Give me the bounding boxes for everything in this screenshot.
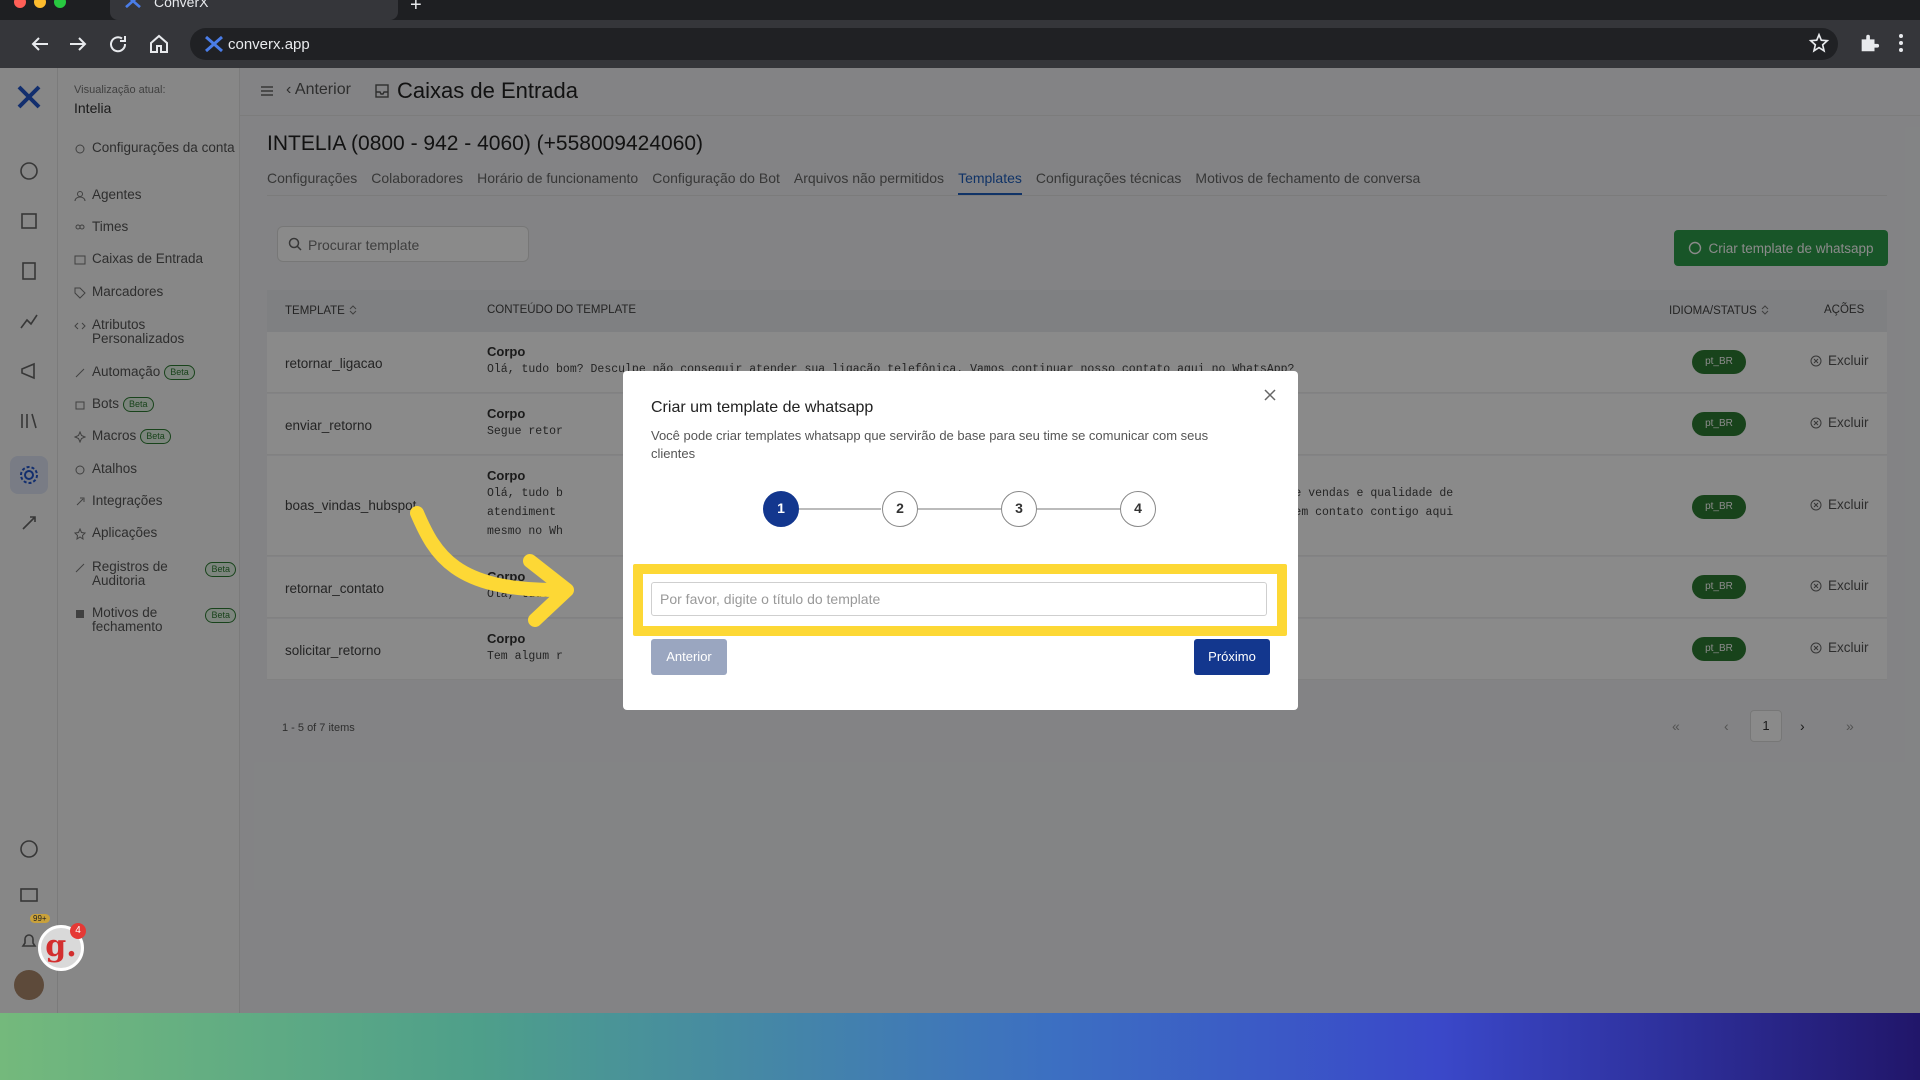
close-window-button[interactable] (14, 0, 26, 8)
back-arrow-icon[interactable] (28, 32, 52, 56)
maximize-window-button[interactable] (54, 0, 66, 8)
step-4: 4 (1120, 491, 1156, 527)
extensions-puzzle-icon[interactable] (1858, 32, 1880, 54)
step-1: 1 (763, 491, 799, 527)
highlight-box (633, 564, 1287, 636)
bottom-gradient-bar (0, 1013, 1920, 1080)
stepper: 1 2 3 4 (763, 491, 1163, 527)
modal-title: Criar um template de whatsapp (651, 399, 874, 416)
step-connector (799, 508, 881, 510)
g-widget-count: 4 (70, 923, 86, 939)
address-text: converx.app (228, 36, 310, 53)
converx-logo-icon (205, 35, 223, 53)
converx-logo-icon (125, 0, 141, 8)
previous-button[interactable]: Anterior (651, 639, 727, 675)
address-bar[interactable]: converx.app (190, 28, 1838, 60)
bookmark-star-icon[interactable] (1808, 32, 1830, 54)
step-2: 2 (882, 491, 918, 527)
home-icon[interactable] (147, 32, 171, 56)
browser-tab-strip: ConverX + (0, 0, 1920, 20)
browser-toolbar: converx.app (0, 20, 1920, 68)
next-button[interactable]: Próximo (1194, 639, 1270, 675)
step-connector (918, 508, 1001, 510)
reload-icon[interactable] (106, 32, 130, 56)
step-connector (1037, 508, 1120, 510)
new-tab-button[interactable]: + (410, 0, 422, 17)
create-template-modal: Criar um template de whatsapp Você pode … (623, 371, 1298, 710)
minimize-window-button[interactable] (34, 0, 46, 8)
avatar[interactable] (14, 970, 44, 1000)
close-icon[interactable] (1263, 388, 1277, 402)
step-3: 3 (1001, 491, 1037, 527)
browser-menu-icon[interactable] (1896, 32, 1906, 54)
forward-arrow-icon[interactable] (66, 32, 90, 56)
pointer-arrow-icon (410, 506, 574, 627)
notification-count: 99+ (30, 914, 50, 923)
browser-tab-title: ConverX (154, 0, 209, 10)
browser-tab[interactable]: ConverX (110, 0, 398, 20)
modal-description: Você pode criar templates whatsapp que s… (651, 428, 1209, 461)
